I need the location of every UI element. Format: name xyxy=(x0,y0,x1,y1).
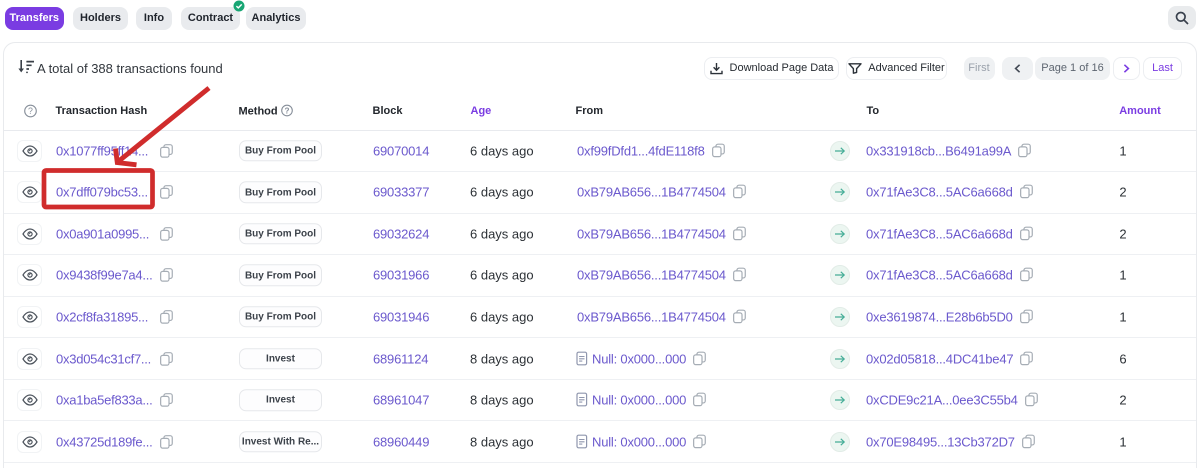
svg-text:?: ? xyxy=(284,106,289,115)
